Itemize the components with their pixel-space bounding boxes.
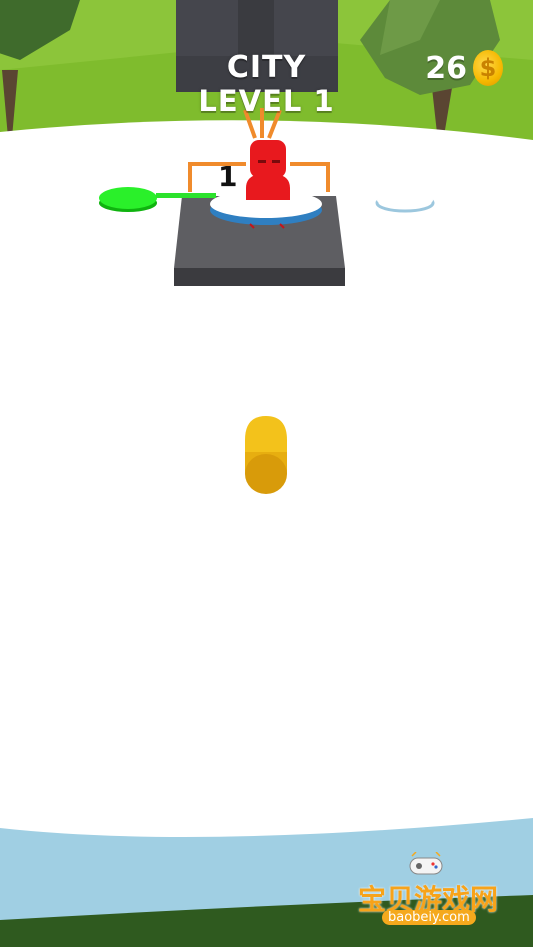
gamepad-icon bbox=[409, 852, 443, 875]
enemy-count-label: 1 bbox=[218, 160, 238, 193]
game-scene[interactable] bbox=[0, 0, 533, 947]
coin-count: 26 bbox=[425, 50, 467, 86]
level-label: LEVEL 1 bbox=[198, 84, 335, 118]
watermark: 宝贝游戏网 baobeiy.com bbox=[350, 852, 510, 942]
bullet-projectile[interactable] bbox=[245, 416, 287, 494]
watermark-url: baobeiy.com bbox=[382, 910, 476, 925]
coin-icon: $ bbox=[473, 50, 503, 86]
coin-counter: 26 $ bbox=[425, 50, 503, 86]
